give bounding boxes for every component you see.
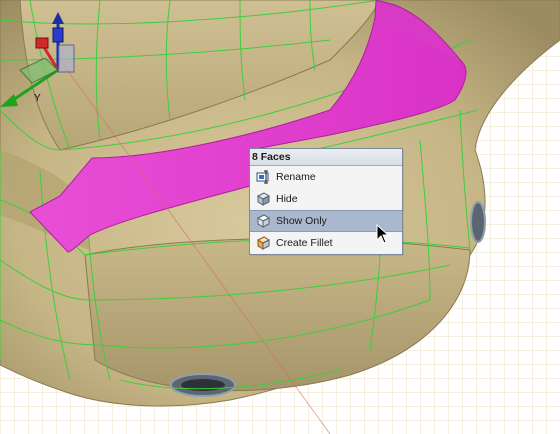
- hide-icon: [256, 192, 271, 206]
- yz-plane-handle[interactable]: [57, 44, 75, 73]
- context-menu: 8 Faces Rename Hide Show Only Create Fil…: [249, 148, 403, 255]
- menu-item-label: Create Fillet: [276, 237, 333, 249]
- menu-item-create-fillet[interactable]: Create Fillet: [250, 232, 402, 254]
- rename-icon: [256, 170, 269, 184]
- menu-item-hide[interactable]: Hide: [250, 188, 402, 210]
- create-fillet-icon: [256, 236, 271, 250]
- menu-item-label: Rename: [276, 171, 316, 183]
- 3d-viewport[interactable]: Y 8 Faces Rename Hide Show Only Create F…: [0, 0, 560, 434]
- show-only-icon: [256, 214, 271, 228]
- menu-item-rename[interactable]: Rename: [250, 166, 402, 188]
- menu-item-show-only[interactable]: Show Only: [250, 210, 402, 232]
- y-axis-label: Y: [34, 93, 41, 104]
- menu-item-label: Hide: [276, 193, 298, 205]
- x-axis-handle[interactable]: [35, 37, 49, 49]
- z-axis-handle[interactable]: [52, 27, 64, 43]
- context-menu-header: 8 Faces: [250, 149, 402, 166]
- menu-item-label: Show Only: [276, 215, 327, 227]
